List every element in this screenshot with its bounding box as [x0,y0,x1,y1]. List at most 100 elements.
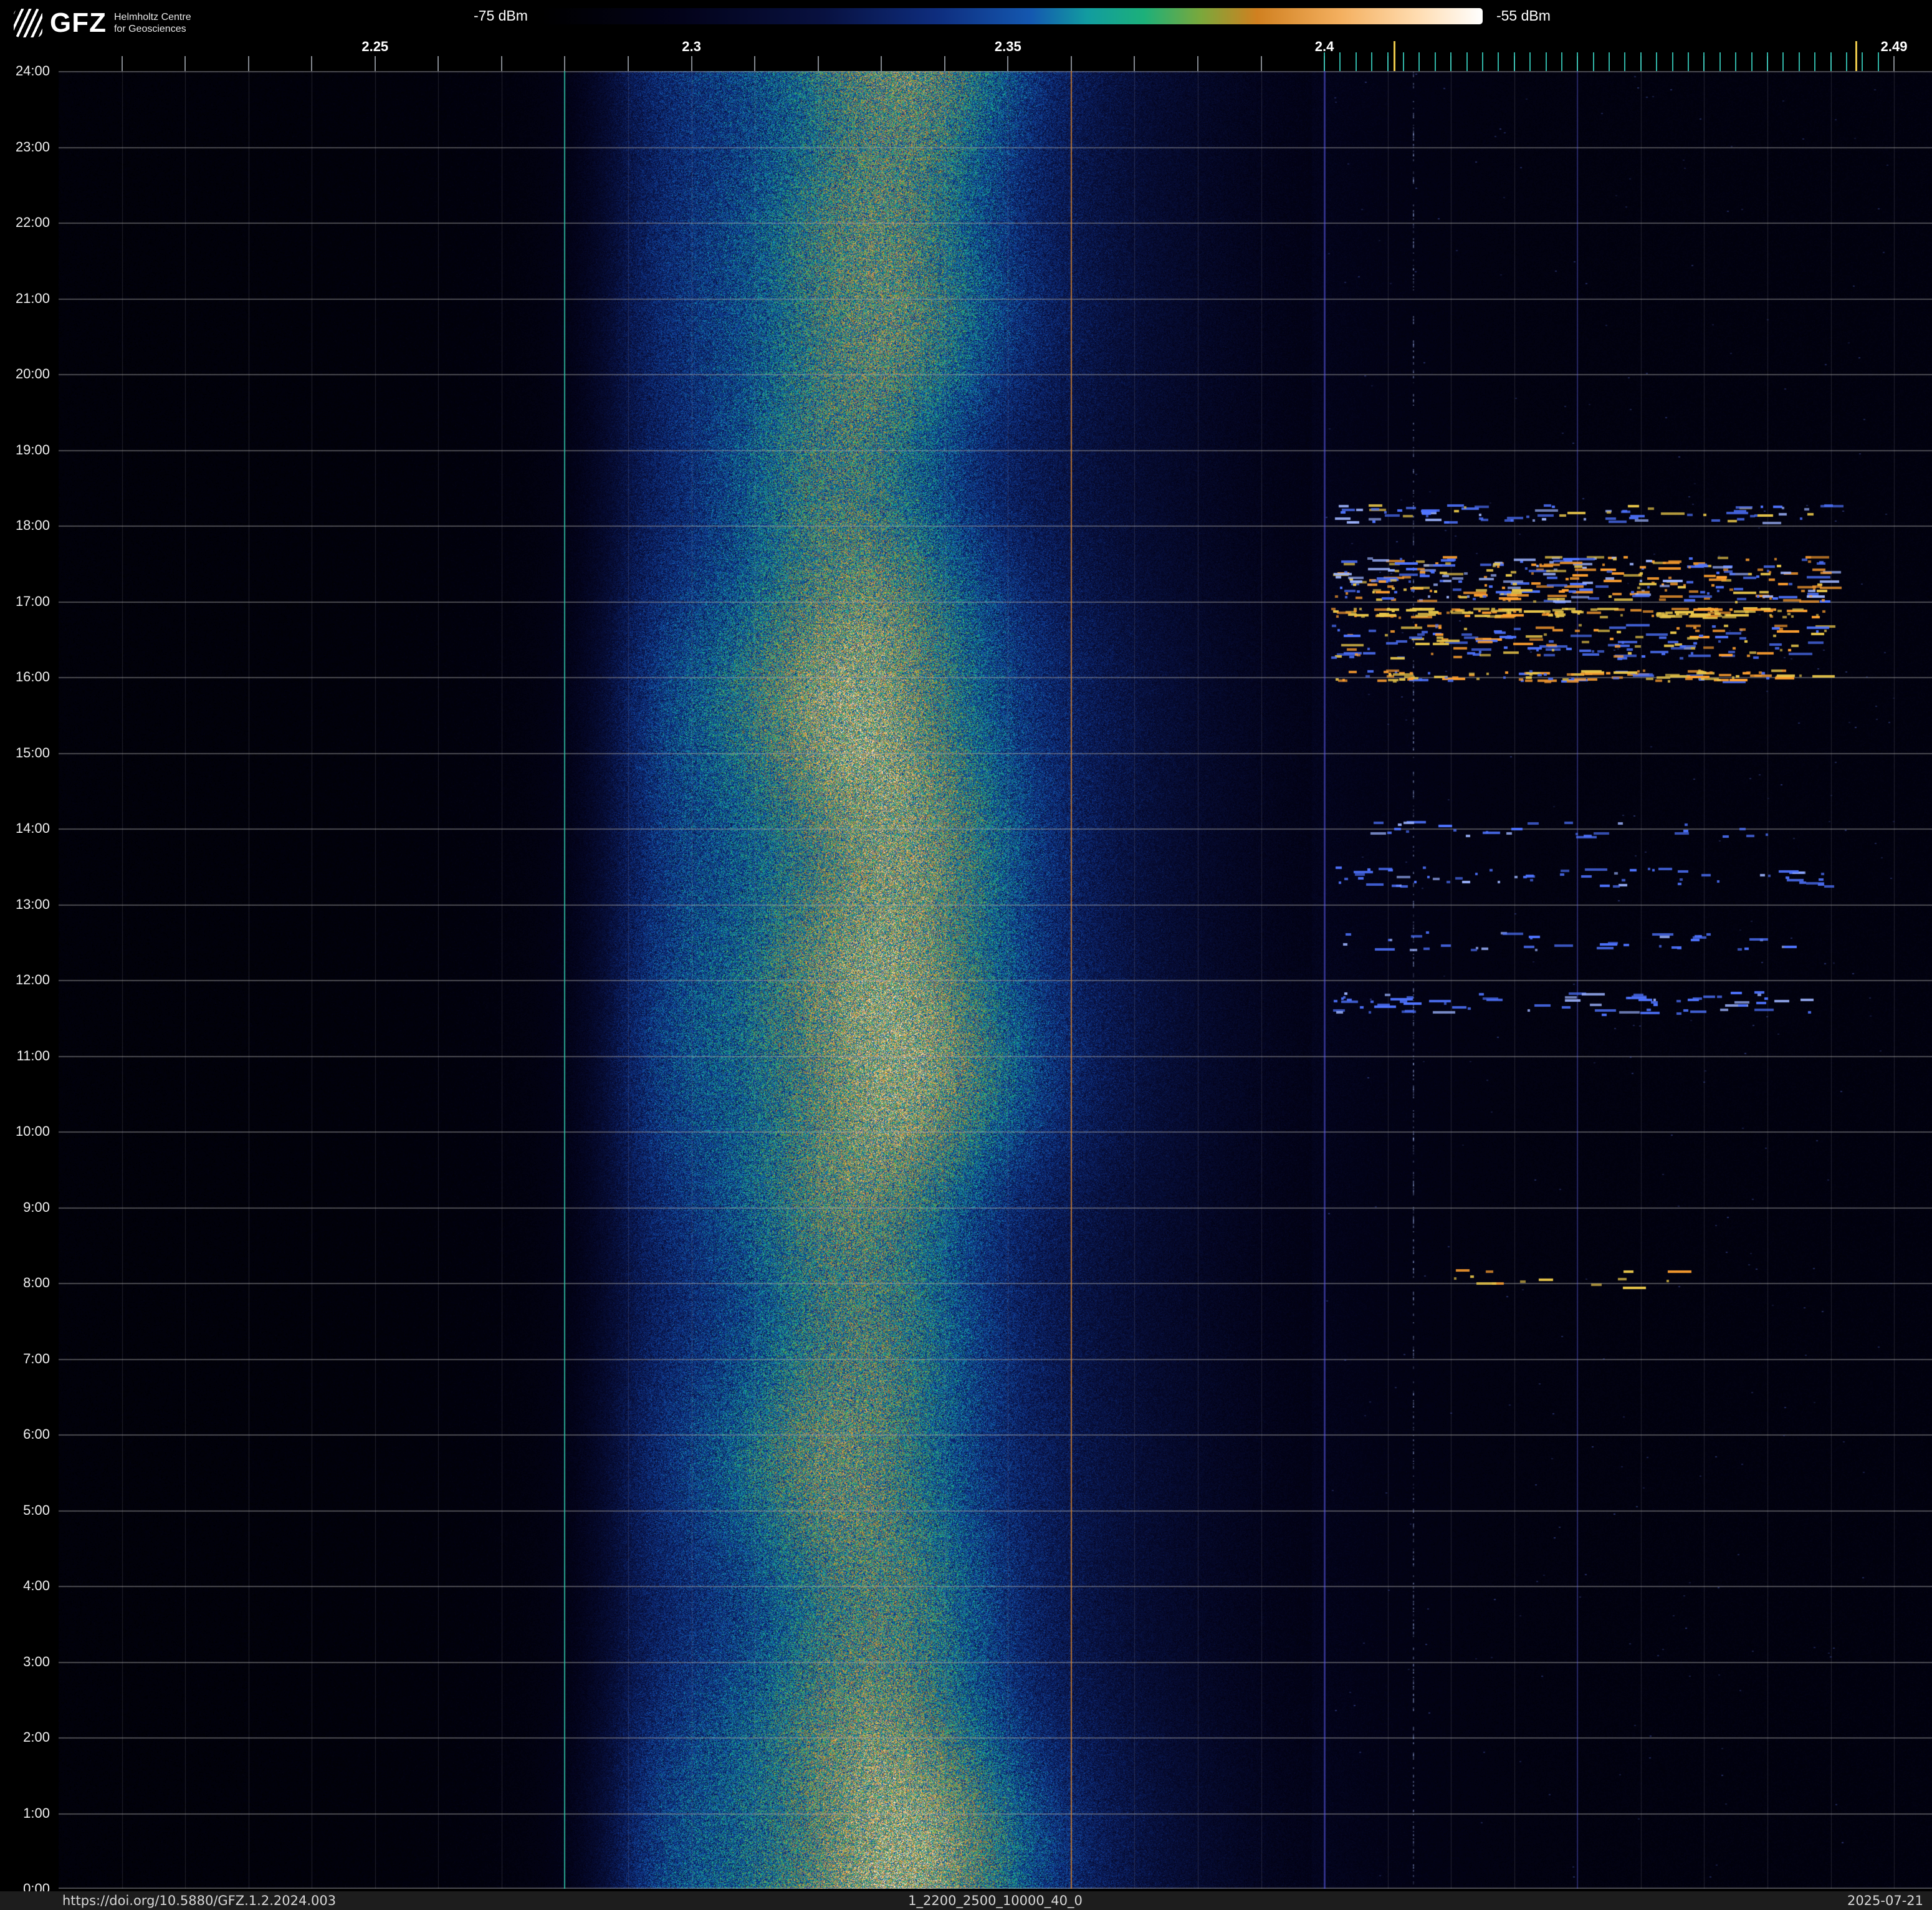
time-axis: 24:00 23:00 22:00 21:00 20:00 19:00 18:00 17:00… [0,63,54,1896]
wifi-channel-tick [1481,52,1483,71]
wifi-channel-tick [1355,52,1357,71]
spectrogram-app: GFZ Helmholtz Centre for Geosciences -75… [0,0,1932,1910]
wifi-channel-tick [1324,52,1326,71]
wifi-channel-tick [1751,52,1753,71]
footer-date: 2025-07-21 [1847,1893,1923,1908]
time-axis-label: 2:00 [23,1729,50,1745]
wifi-channel-tick [1339,52,1341,71]
wifi-channel-tick [1434,52,1436,71]
freq-minor-tick [311,56,313,71]
freq-minor-tick [121,56,123,71]
time-axis-label: 19:00 [15,441,50,458]
time-axis-label: 11:00 [16,1047,50,1063]
wifi-channel-tick [1609,52,1610,71]
time-axis-label: 5:00 [23,1502,50,1518]
freq-minor-tick [1007,56,1009,71]
time-axis-label: 24:00 [15,63,50,79]
wifi-channel-tick [1688,52,1690,71]
colorbar: -75 dBm -55 dBm [474,7,1551,24]
time-axis-label: 3:00 [23,1653,50,1669]
gfz-logo-icon [14,9,42,37]
time-axis-label: 8:00 [23,1275,50,1290]
gfz-logo-subline1: Helmholtz Centre [113,12,191,22]
frequency-axis: 2.25 2.3 2.35 2.4 2.49 [0,37,1932,71]
wifi-channel-tick [1450,52,1452,71]
wifi-channel-tick [1814,52,1816,71]
time-axis-label: 17:00 [15,593,50,609]
colorbar-gradient [541,7,1483,24]
wifi-channel-tick [1703,52,1705,71]
freq-minor-tick [881,56,882,71]
gfz-logo-subline2: for Geosciences [113,24,186,34]
wifi-channel-tick [1798,52,1800,71]
wifi-channel-tick [1561,52,1562,71]
wifi-channel-tick [1719,52,1721,71]
freq-minor-tick [184,56,186,71]
wifi-channel-tick [1830,52,1832,71]
freq-minor-tick [1260,56,1262,71]
footer: https://doi.org/10.5880/GFZ.1.2.2024.003… [0,1891,1932,1910]
wifi-channel-tick [1418,52,1420,71]
gfz-logo: GFZ Helmholtz Centre for Geosciences [14,9,191,37]
freq-minor-tick [374,56,376,71]
time-axis-label: 10:00 [15,1123,50,1139]
wifi-channel-tick-highlight [1393,41,1395,71]
freq-axis-label: 2.49 [1880,39,1908,54]
wifi-channel-tick [1766,52,1768,71]
spectrogram-canvas [59,71,1932,1889]
freq-axis-label: 2.25 [361,39,389,54]
wifi-channel-tick [1877,52,1879,71]
wifi-channel-tick [1640,52,1642,71]
time-axis-label: 9:00 [23,1199,50,1215]
time-axis-label: 7:00 [23,1350,50,1366]
time-axis-label: 22:00 [15,214,50,230]
wifi-channel-tick [1845,52,1847,71]
wifi-channel-tick [1387,52,1389,71]
time-axis-label: 15:00 [15,744,50,761]
time-axis-label: 1:00 [23,1805,50,1821]
colorbar-max-label: -55 dBm [1496,7,1551,24]
freq-minor-tick [1070,56,1072,71]
wifi-channel-tick [1545,52,1547,71]
freq-minor-tick [564,56,566,71]
freq-minor-tick [1134,56,1136,71]
freq-minor-tick [1197,56,1198,71]
time-axis-label: 14:00 [15,820,50,836]
footer-doi: https://doi.org/10.5880/GFZ.1.2.2024.003 [62,1893,337,1908]
wifi-channel-tick [1782,52,1784,71]
wifi-channel-tick-highlight [1855,41,1858,71]
wifi-channel-tick [1624,52,1626,71]
wifi-channel-tick [1498,52,1499,71]
freq-minor-tick [1893,56,1895,71]
wifi-channel-tick [1466,52,1468,71]
wifi-channel-tick [1862,52,1863,71]
colorbar-min-label: -75 dBm [474,7,528,24]
freq-minor-tick [500,56,502,71]
time-axis-label: 12:00 [15,972,50,987]
time-axis-label: 18:00 [15,517,50,533]
wifi-channel-tick [1403,52,1405,71]
time-axis-label: 21:00 [15,290,50,306]
freq-minor-tick [247,56,249,71]
spectrogram-plot [59,71,1932,1889]
wifi-channel-tick [1513,52,1515,71]
freq-axis-label: 2.3 [682,39,701,54]
freq-minor-tick [627,56,629,71]
time-axis-label: 4:00 [23,1578,50,1593]
time-axis-label: 16:00 [15,669,50,684]
wifi-channel-tick [1592,52,1594,71]
footer-dataset-id: 1_2200_2500_10000_40_0 [908,1893,1083,1908]
wifi-channel-tick [1371,52,1373,71]
wifi-channel-tick [1529,52,1531,71]
gfz-logo-text: GFZ [50,7,107,38]
freq-minor-tick [438,56,439,71]
wifi-channel-tick [1735,52,1737,71]
time-axis-label: 23:00 [15,138,50,155]
wifi-channel-tick [1577,52,1579,71]
freq-minor-tick [944,56,945,71]
freq-axis-label: 2.35 [994,39,1021,54]
time-axis-label: 13:00 [15,896,50,912]
wifi-channel-tick [1671,52,1673,71]
time-axis-label: 20:00 [15,366,50,382]
gfz-logo-subtitle: Helmholtz Centre for Geosciences [114,11,191,35]
